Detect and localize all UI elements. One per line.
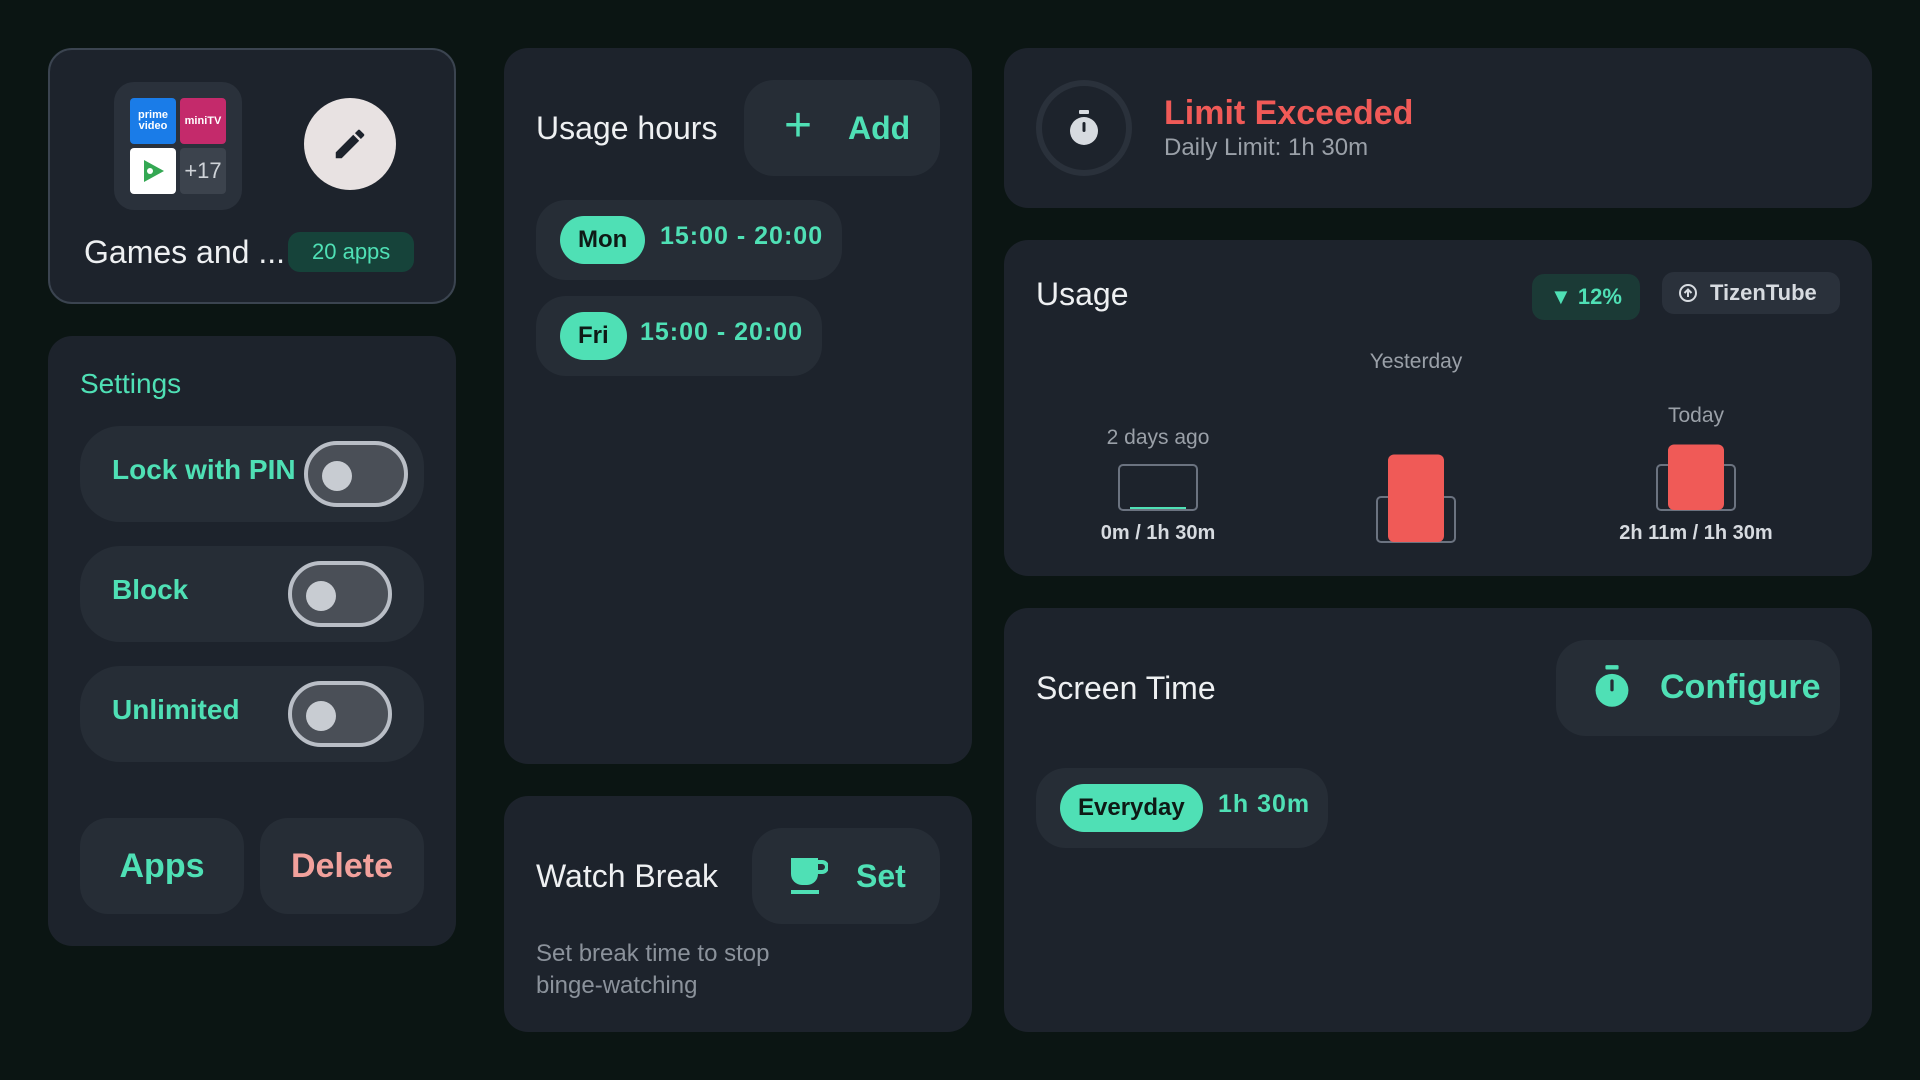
schedule-row[interactable]: Fri 15:00 - 20:00 — [536, 296, 822, 376]
setting-label: Lock with PIN — [112, 454, 296, 485]
setting-block[interactable]: Block — [80, 546, 424, 642]
apps-count-badge: 20 apps — [288, 232, 415, 272]
set-label: Set — [856, 858, 906, 894]
usage-bar — [1388, 454, 1444, 542]
daily-limit-text: Daily Limit: 1h 30m — [1164, 134, 1369, 161]
limit-outline — [1118, 464, 1198, 511]
day-chip: Mon — [560, 216, 646, 264]
setting-label: Unlimited — [112, 694, 240, 725]
more-apps-count: +17 — [180, 148, 226, 194]
stopwatch-icon — [1070, 110, 1098, 145]
usage-bar — [1668, 444, 1724, 510]
plus-icon: + — [784, 99, 813, 152]
block-toggle[interactable] — [288, 561, 392, 627]
minitv-icon: miniTV — [180, 98, 226, 144]
set-break-button[interactable]: Set — [752, 828, 940, 924]
day-chip: Fri — [560, 312, 627, 360]
usage-chart-card: Usage ▼ 12% TizenTube 2 days ago Yesterd… — [1004, 240, 1872, 576]
watch-break-title: Watch Break — [536, 858, 718, 894]
timer-ring — [1036, 80, 1132, 176]
configure-label: Configure — [1660, 668, 1821, 706]
app-icon-grid: prime video miniTV +17 — [114, 82, 242, 210]
usage-hours-title: Usage hours — [536, 110, 718, 146]
schedule-row[interactable]: Mon 15:00 - 20:00 — [536, 200, 842, 280]
setting-label: Block — [112, 574, 189, 605]
add-usage-hours-button[interactable]: + Add — [744, 80, 940, 176]
day-chip: Everyday — [1060, 784, 1203, 832]
screen-time-row[interactable]: Everyday 1h 30m — [1036, 768, 1328, 848]
watch-break-card: Watch Break Set Set break time to stop b… — [504, 796, 972, 1032]
lock-pin-toggle[interactable] — [304, 441, 408, 507]
screen-time-duration: 1h 30m — [1218, 790, 1311, 818]
bar-value-label: 2h 11m / 1h 30m — [1619, 522, 1773, 544]
play-games-icon — [130, 148, 176, 194]
settings-title: Settings — [80, 368, 182, 399]
screen-time-title: Screen Time — [1036, 670, 1216, 706]
limit-exceeded-title: Limit Exceeded — [1164, 94, 1414, 132]
configure-button[interactable]: Configure — [1556, 640, 1840, 736]
add-label: Add — [848, 110, 911, 146]
schedule-time: 15:00 - 20:00 — [660, 222, 824, 250]
pencil-icon — [335, 129, 365, 159]
schedule-time: 15:00 - 20:00 — [640, 318, 804, 346]
settings-card: Settings Lock with PIN Block Unlimited A… — [48, 336, 456, 946]
delete-button[interactable]: Delete — [260, 818, 424, 914]
bar-value-label: 0m / 1h 30m — [1100, 522, 1216, 544]
unlimited-toggle[interactable] — [288, 681, 392, 747]
screen-time-card: Screen Time Configure Everyday 1h 30m — [1004, 608, 1872, 1032]
usage-hours-card: Usage hours + Add Mon 15:00 - 20:00 Fri … — [504, 48, 972, 764]
stopwatch-icon — [1595, 665, 1629, 707]
setting-lock-with-pin[interactable]: Lock with PIN — [80, 426, 424, 522]
prime-video-icon: prime video — [130, 98, 176, 144]
apps-button[interactable]: Apps — [80, 818, 244, 914]
coffee-cup-icon — [791, 858, 828, 894]
app-group-card[interactable]: prime video miniTV +17 Games and ... 20 … — [48, 48, 456, 304]
limit-status-card: Limit Exceeded Daily Limit: 1h 30m — [1004, 48, 1872, 208]
setting-unlimited[interactable]: Unlimited — [80, 666, 424, 762]
group-name: Games and ... — [84, 234, 285, 270]
watch-break-description: Set break time to stop binge-watching — [536, 940, 770, 999]
edit-group-button[interactable] — [304, 98, 396, 190]
